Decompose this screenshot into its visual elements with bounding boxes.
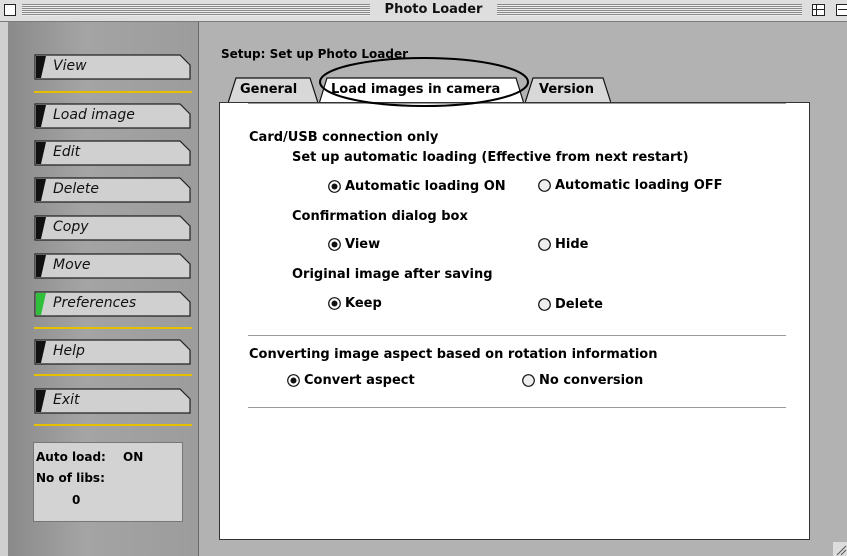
- resize-grip-icon[interactable]: [833, 542, 847, 556]
- status-box: Auto load: ON No of libs: 0: [33, 442, 183, 522]
- confirmation-heading: Confirmation dialog box: [292, 209, 468, 224]
- divider: [248, 103, 786, 104]
- divider: [248, 335, 786, 336]
- title-bar-stripes-right: [497, 4, 802, 16]
- radio-label: Delete: [555, 297, 603, 312]
- delete-button-label: Delete: [53, 181, 99, 197]
- radio-unselected-icon: [522, 374, 535, 387]
- load-image-button[interactable]: Load image: [34, 103, 191, 129]
- preferences-button-label: Preferences: [53, 295, 137, 311]
- auto-load-label: Auto load:: [36, 450, 106, 464]
- radio-label: Keep: [345, 296, 382, 311]
- collapse-box-icon[interactable]: [836, 4, 847, 16]
- copy-button[interactable]: Copy: [34, 215, 191, 241]
- help-button-label: Help: [53, 343, 85, 359]
- section-rotation-title: Converting image aspect based on rotatio…: [249, 347, 658, 362]
- original-image-heading: Original image after saving: [292, 267, 493, 282]
- section-card-usb-title: Card/USB connection only: [249, 130, 439, 145]
- copy-button-label: Copy: [53, 219, 89, 235]
- help-button[interactable]: Help: [34, 339, 191, 365]
- view-button[interactable]: View: [34, 54, 191, 80]
- edit-button[interactable]: Edit: [34, 140, 191, 166]
- radio-unselected-icon: [538, 298, 551, 311]
- radio-selected-icon: [328, 180, 341, 193]
- tab-load-images[interactable]: Load images in camera: [319, 77, 524, 104]
- separator: [34, 374, 192, 376]
- radio-label: No conversion: [539, 373, 644, 388]
- radio-selected-icon: [287, 374, 300, 387]
- libs-value: 0: [72, 493, 81, 507]
- photo-loader-window: Photo Loader View Load image Edit Delete…: [0, 0, 847, 556]
- tab-general-label: General: [240, 82, 298, 97]
- preferences-button[interactable]: Preferences: [34, 291, 191, 317]
- separator: [34, 327, 192, 329]
- radio-label: Convert aspect: [304, 373, 415, 388]
- radio-selected-icon: [328, 238, 341, 251]
- zoom-box-icon[interactable]: [812, 4, 825, 16]
- radio-selected-icon: [328, 297, 341, 310]
- delete-button[interactable]: Delete: [34, 177, 191, 203]
- move-button[interactable]: Move: [34, 253, 191, 279]
- radio-label: Automatic loading OFF: [555, 178, 723, 193]
- radio-label: View: [345, 237, 381, 252]
- title-bar-stripes-left: [22, 4, 370, 16]
- tab-content-panel: Card/USB connection only Set up automati…: [219, 102, 810, 540]
- load-image-button-label: Load image: [53, 107, 135, 123]
- libs-label: No of libs:: [36, 471, 105, 485]
- main-area: Setup: Set up Photo Loader General Load …: [199, 22, 847, 556]
- radio-label: Automatic loading ON: [345, 179, 506, 194]
- divider: [248, 407, 786, 408]
- close-box-icon[interactable]: [4, 4, 16, 16]
- window-title: Photo Loader: [370, 2, 497, 17]
- tab-general[interactable]: General: [228, 77, 318, 104]
- tab-version-label: Version: [539, 82, 594, 97]
- auto-load-value: ON: [123, 450, 144, 464]
- radio-unselected-icon: [538, 238, 551, 251]
- separator: [34, 91, 192, 93]
- setup-title: Setup: Set up Photo Loader: [221, 47, 409, 61]
- move-button-label: Move: [53, 257, 91, 273]
- separator: [34, 424, 192, 426]
- radio-label: Hide: [555, 237, 589, 252]
- radio-unselected-icon: [538, 179, 551, 192]
- edit-button-label: Edit: [53, 144, 81, 160]
- exit-button-label: Exit: [53, 392, 80, 408]
- tab-version[interactable]: Version: [525, 77, 611, 104]
- view-button-label: View: [53, 58, 87, 74]
- title-bar[interactable]: Photo Loader: [0, 0, 847, 22]
- exit-button[interactable]: Exit: [34, 388, 191, 414]
- auto-loading-heading: Set up automatic loading (Effective from…: [292, 150, 689, 165]
- tab-load-images-label: Load images in camera: [331, 82, 501, 97]
